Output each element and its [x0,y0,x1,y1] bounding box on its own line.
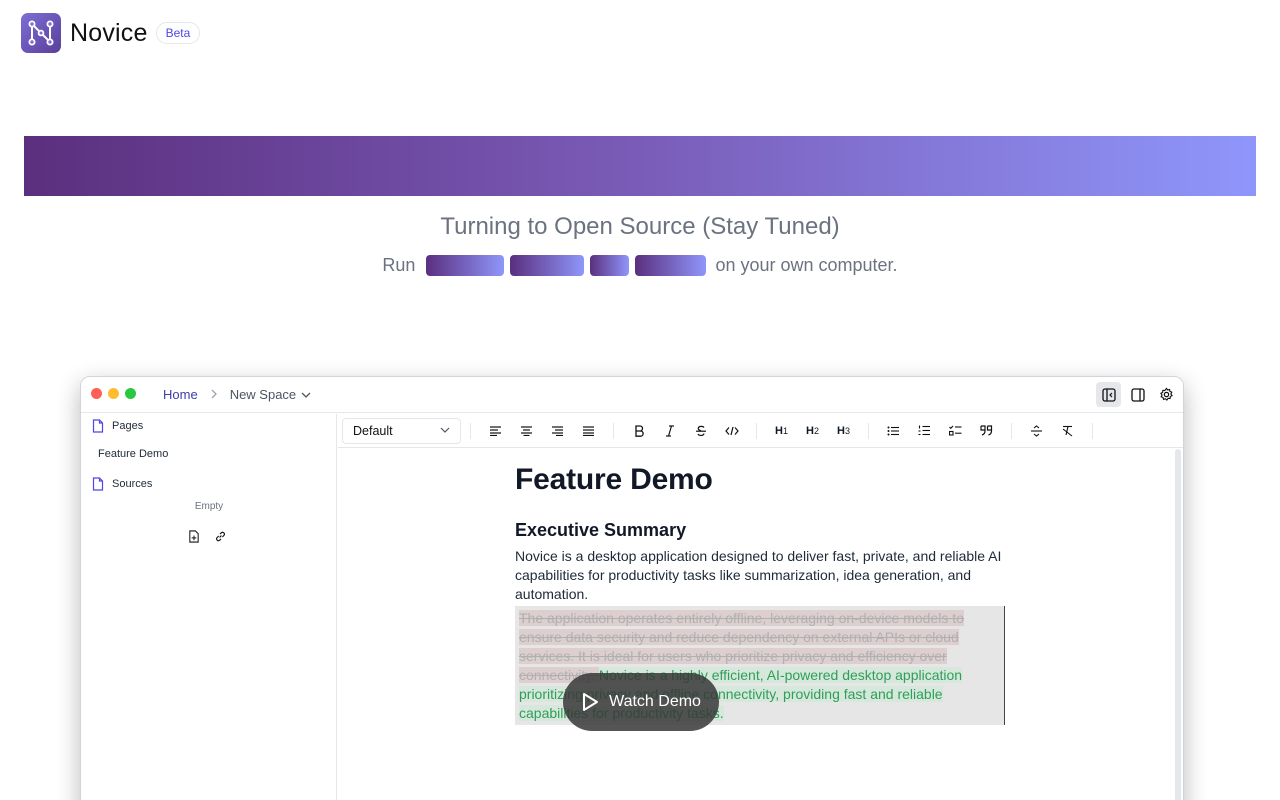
maximize-window-button[interactable] [125,388,136,399]
chevron-down-icon[interactable] [301,391,311,399]
sidebar-item-label: Pages [112,420,144,432]
sidebar-item-pages[interactable]: Pages [92,419,143,433]
sidebar: Pages Feature Demo Sources Empty [81,414,337,800]
heading-1-icon[interactable]: H1 [766,419,797,443]
page-icon [92,419,104,433]
toolbar-divider [868,422,869,439]
breadcrumb-home[interactable]: Home [163,387,198,402]
add-file-icon[interactable] [188,530,200,543]
sidebar-item-label: Sources [112,478,153,490]
close-window-button[interactable] [91,388,102,399]
redacted-pill [510,255,585,276]
section-heading: Executive Summary [515,520,687,540]
toolbar-divider [613,422,614,439]
hero-sub-suffix: on your own computer. [715,255,898,275]
redacted-pill [426,255,505,276]
breadcrumb-space[interactable]: New Space [230,387,296,402]
heading-2-icon[interactable]: H2 [797,419,828,443]
hero-subtitle: Run on your own computer. [0,255,1280,276]
strikethrough-icon[interactable] [685,419,716,443]
brand-name[interactable]: Novice [70,19,148,48]
window-titlebar: Home New Space [81,377,1183,413]
toggle-right-panel-icon[interactable] [1125,382,1150,407]
editor-scrollbar[interactable] [1175,449,1181,800]
bullet-list-icon[interactable] [878,419,909,443]
heading-3-icon[interactable]: H3 [828,419,859,443]
toolbar-divider [470,422,471,439]
chevron-right-icon [210,387,218,402]
text-style-value: Default [353,423,393,438]
settings-gear-icon[interactable] [1154,382,1179,407]
redacted-pill [635,255,707,276]
toolbar-divider [1011,422,1012,439]
ordered-list-icon[interactable] [909,419,940,443]
sources-actions [188,530,227,543]
beta-badge: Beta [155,22,201,44]
summary-paragraph: Novice is a desktop application designed… [515,548,1002,602]
redacted-pill [590,255,630,276]
document-title: Feature Demo [515,463,713,496]
breadcrumb: Home New Space [163,387,311,402]
align-justify-icon[interactable] [573,419,604,443]
blockquote-icon[interactable] [971,419,1002,443]
link-icon[interactable] [214,530,227,543]
editor-toolbar: Default H1 H2 H3 [338,414,1183,448]
bold-icon[interactable] [623,419,654,443]
sidebar-item-sources[interactable]: Sources [92,477,152,491]
sources-empty-text: Empty [194,501,224,512]
hero-title: Turning to Open Source (Stay Tuned) [440,213,840,240]
clear-format-icon[interactable] [1052,419,1083,443]
hero-banner [24,136,1256,196]
play-icon [581,692,599,712]
watch-demo-label: Watch Demo [609,693,701,710]
code-icon[interactable] [716,419,747,443]
toolbar-divider [756,422,757,439]
chevron-down-icon [440,427,450,434]
align-right-icon[interactable] [542,419,573,443]
minimize-window-button[interactable] [108,388,119,399]
align-center-icon[interactable] [511,419,542,443]
toolbar-divider [1092,422,1093,439]
site-header: Novice Beta [21,13,201,53]
watch-demo-button[interactable]: Watch Demo [563,673,719,731]
app-window: Home New Space Pages Feature Demo Source… [80,376,1184,800]
horizontal-rule-icon[interactable] [1021,419,1052,443]
page-icon [92,477,104,491]
hero-sub-prefix: Run [382,255,416,275]
toggle-left-panel-icon[interactable] [1096,382,1121,407]
sidebar-page-feature-demo[interactable]: Feature Demo [98,448,168,460]
window-actions [1096,382,1179,407]
task-list-icon[interactable] [940,419,971,443]
text-style-select[interactable]: Default [342,417,461,444]
logo-icon[interactable] [21,13,61,53]
italic-icon[interactable] [654,419,685,443]
align-left-icon[interactable] [480,419,511,443]
